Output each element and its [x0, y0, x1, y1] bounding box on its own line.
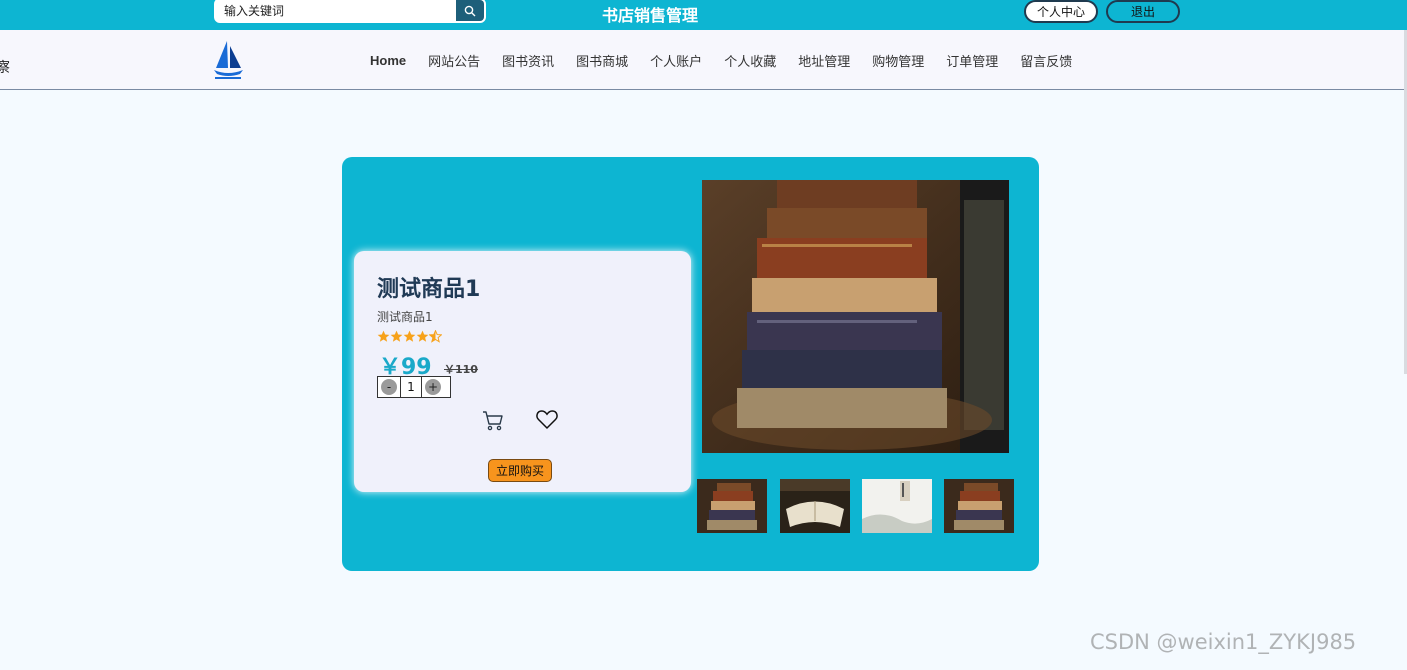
search-box	[214, 0, 486, 23]
thumbnail-2[interactable]	[780, 479, 850, 533]
thumbnail-3[interactable]	[862, 479, 932, 533]
star-icon	[390, 330, 403, 342]
product-description: 测试商品1	[377, 310, 433, 324]
nav-item-book-news[interactable]: 图书资讯	[502, 51, 554, 70]
logout-button[interactable]: 退出	[1106, 0, 1180, 23]
nav-item-announcements[interactable]: 网站公告	[428, 51, 480, 70]
thumbnail-image	[944, 479, 1014, 533]
watermark-text: CSDN @weixin1_ZYKJ985	[1090, 630, 1357, 654]
heart-icon[interactable]	[535, 407, 559, 431]
buy-now-button[interactable]: 立即购买	[488, 459, 552, 482]
search-input[interactable]	[216, 0, 458, 21]
product-main-image	[702, 180, 1009, 453]
nav-item-feedback[interactable]: 留言反馈	[1020, 51, 1072, 70]
logo-icon	[214, 41, 243, 79]
thumbnail-4[interactable]	[944, 479, 1014, 533]
quantity-stepper: - 1 +	[377, 376, 451, 398]
decrement-button[interactable]: -	[381, 379, 397, 395]
search-icon	[464, 5, 476, 16]
nav-item-book-mall[interactable]: 图书商城	[576, 51, 628, 70]
book-stack-image	[702, 180, 1009, 453]
user-center-button[interactable]: 个人中心	[1024, 0, 1098, 23]
site-title: 书店销售管理	[601, 6, 698, 25]
nav-item-orders[interactable]: 订单管理	[946, 51, 998, 70]
star-half-icon	[429, 330, 442, 343]
top-bar: 书店销售管理 个人中心 退出	[0, 0, 1407, 30]
cart-icon[interactable]	[481, 408, 505, 432]
nav-item-shopping[interactable]: 购物管理	[872, 51, 924, 70]
increment-button[interactable]: +	[425, 379, 441, 395]
thumbnail-image	[780, 479, 850, 533]
quantity-value[interactable]: 1	[400, 377, 422, 397]
nav-item-address[interactable]: 地址管理	[798, 51, 850, 70]
search-button[interactable]	[456, 0, 484, 21]
main-nav: Home 网站公告 图书资讯 图书商城 个人账户 个人收藏 地址管理 购物管理 …	[359, 30, 1083, 90]
thumbnail-image	[697, 479, 767, 533]
star-icon	[403, 330, 416, 342]
rating-stars	[377, 330, 442, 343]
nav-item-account[interactable]: 个人账户	[650, 51, 702, 70]
nav-bar: 察 Home 网站公告 图书资讯 图书商城 个人账户 个人收藏 地址管理 购物管…	[0, 30, 1407, 90]
thumbnail-image	[862, 479, 932, 533]
thumbnail-1[interactable]	[697, 479, 767, 533]
star-icon	[416, 330, 429, 342]
nav-edge-text: 察	[0, 60, 10, 76]
product-title: 测试商品1	[377, 277, 481, 302]
product-info-card: 测试商品1 测试商品1 ￥99 ￥110 - 1 + 立即购买	[354, 251, 691, 492]
original-price: ￥110	[444, 363, 478, 376]
nav-item-favorites[interactable]: 个人收藏	[724, 51, 776, 70]
star-icon	[377, 330, 390, 342]
nav-item-home[interactable]: Home	[370, 53, 406, 68]
